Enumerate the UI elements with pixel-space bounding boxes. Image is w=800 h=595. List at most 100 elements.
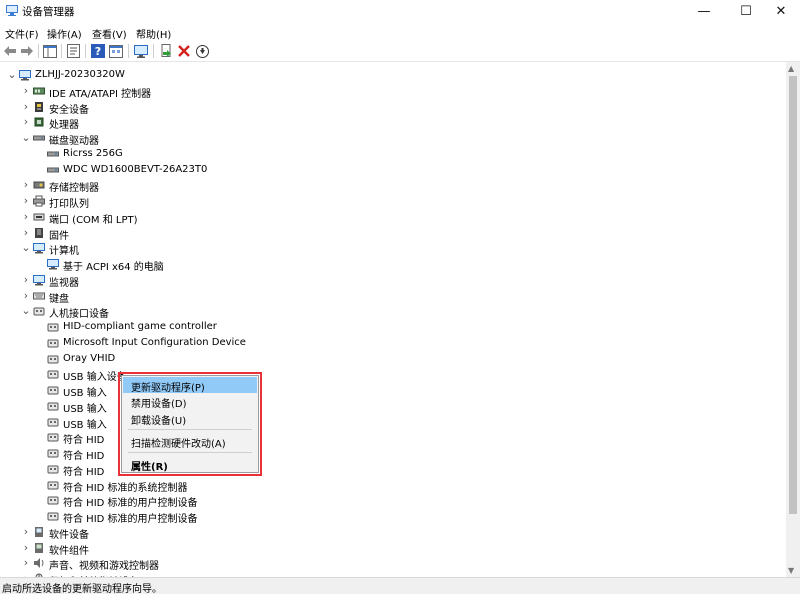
chevron-right-icon[interactable]: › — [21, 290, 31, 301]
chevron-down-icon[interactable]: ⌄ — [21, 305, 31, 316]
menu-help[interactable]: 帮助(H) — [136, 26, 171, 41]
uninstall-button[interactable] — [176, 43, 192, 59]
toolbar: ? — [0, 41, 800, 62]
chevron-right-icon[interactable]: › — [21, 116, 31, 127]
chevron-right-icon[interactable]: › — [21, 274, 31, 285]
scan-monitor-button[interactable] — [133, 43, 149, 59]
tree-category-node[interactable]: › IDE ATA/ATAPI 控制器 — [0, 83, 786, 100]
tree-device-node[interactable]: Oray VHID — [0, 351, 786, 367]
tree-device-node[interactable]: 基于 ACPI x64 的电脑 — [0, 256, 786, 273]
tree-category-node[interactable]: ⌄ 计算机 — [0, 240, 786, 258]
tree-category-node[interactable]: › 端口 (COM 和 LPT) — [0, 209, 786, 226]
hid-icon — [47, 465, 59, 474]
port-icon — [33, 213, 45, 221]
menu-view[interactable]: 查看(V) — [92, 26, 127, 41]
tree-node-label: 端口 (COM 和 LPT) — [49, 214, 138, 226]
ctx-item-label: 扫描检测硬件改动(A) — [131, 439, 226, 450]
tree-category-node[interactable]: › 存储控制器 — [0, 177, 786, 194]
back-button[interactable] — [2, 43, 18, 59]
tree-node-label: 软件组件 — [49, 545, 89, 557]
tree-device-node[interactable]: Microsoft Input Configuration Device — [0, 335, 786, 351]
tree-category-node[interactable]: › 声音、视频和游戏控制器 — [0, 555, 786, 572]
menu-action[interactable]: 操作(A) — [47, 26, 82, 41]
tree-device-node[interactable]: 符合 HID 标准的系统控制器 — [0, 477, 786, 494]
chevron-right-icon[interactable]: › — [21, 85, 31, 96]
tree-device-node[interactable]: Ricrss 256G — [0, 146, 786, 162]
hid-icon — [47, 496, 59, 505]
ctx-update-driver[interactable]: 更新驱动程序(P) — [123, 377, 257, 394]
chevron-right-icon[interactable]: › — [21, 179, 31, 190]
tree-node-label: 符合 HID — [63, 466, 105, 478]
tree-category-node[interactable]: › 安全设备 — [0, 99, 786, 116]
tree-category-node[interactable]: › 打印队列 — [0, 193, 786, 210]
tree-device-node[interactable]: 符合 HID 标准的用户控制设备 — [0, 492, 786, 510]
tree-category-node[interactable]: › 键盘 — [0, 288, 786, 305]
tree-node-label: 计算机 — [49, 246, 79, 258]
tree-node-label: 打印队列 — [49, 199, 89, 210]
back-icon — [4, 46, 16, 56]
monitor-icon — [33, 243, 45, 254]
tree-device-node[interactable]: HID-compliant game controller — [0, 319, 786, 335]
firmware-icon — [35, 227, 43, 238]
tree-device-node[interactable]: 符合 HID 标准的用户控制设备 — [0, 508, 786, 525]
ctx-uninstall-device[interactable]: 卸载设备(U) — [123, 410, 257, 427]
properties-icon — [66, 44, 80, 58]
minimize-button[interactable]: — — [685, 0, 723, 22]
ctx-disable-device[interactable]: 禁用设备(D) — [123, 393, 257, 410]
view-button[interactable] — [108, 43, 124, 59]
update-driver-button[interactable] — [158, 43, 174, 59]
close-icon: ✕ — [775, 3, 787, 19]
hid-icon — [47, 433, 59, 442]
hid-icon — [33, 307, 45, 316]
scroll-up-icon[interactable]: ▲ — [788, 64, 794, 73]
chevron-right-icon[interactable]: › — [21, 211, 31, 222]
tree-category-node[interactable]: › 软件设备 — [0, 524, 786, 541]
chevron-right-icon[interactable]: › — [21, 557, 31, 568]
chevron-down-icon[interactable]: ⌄ — [21, 242, 31, 253]
chevron-down-icon[interactable]: ⌄ — [21, 132, 31, 143]
tree-root-node[interactable]: ⌄ ZLHJJ-20230320W — [0, 67, 786, 83]
hid-icon — [47, 512, 59, 521]
tree-node-label: 键盘 — [49, 293, 69, 305]
chevron-right-icon[interactable]: › — [21, 526, 31, 537]
tree-device-node[interactable]: WDC WD1600BEVT-26A23T0 — [0, 162, 786, 178]
device-tree[interactable]: ⌄ ZLHJJ-20230320W › IDE ATA/ATAPI 控制器 › 安全设备 ›… — [0, 62, 786, 577]
software-component-icon — [35, 542, 43, 553]
device-manager-icon — [6, 5, 18, 16]
software-device-icon — [35, 526, 43, 537]
show-hide-tree-icon — [43, 44, 57, 58]
tree-category-node[interactable]: ⌄ 人机接口设备 — [0, 303, 786, 321]
tree-node-label: 符合 HID — [63, 451, 105, 462]
close-button[interactable]: ✕ — [762, 0, 800, 22]
forward-button[interactable] — [19, 43, 35, 59]
scroll-down-icon[interactable]: ▼ — [788, 566, 794, 575]
help-button[interactable]: ? — [90, 43, 106, 59]
chevron-right-icon[interactable]: › — [21, 195, 31, 206]
tree-category-node[interactable]: › 软件组件 — [0, 540, 786, 557]
show-hide-tree-button[interactable] — [42, 43, 58, 59]
maximize-button[interactable]: ☐ — [727, 0, 765, 22]
hid-icon — [47, 386, 59, 395]
tree-category-node[interactable]: › 固件 — [0, 225, 786, 242]
tree-category-node[interactable]: › 监视器 — [0, 272, 786, 289]
ide-controller-icon — [33, 87, 45, 95]
tree-category-node[interactable]: ⌄ 磁盘驱动器 — [0, 130, 786, 147]
hid-icon — [47, 449, 59, 458]
tree-category-node[interactable]: › 处理器 — [0, 114, 786, 131]
tree-node-label: 符合 HID 标准的用户控制设备 — [63, 498, 198, 510]
ctx-scan-hardware[interactable]: 扫描检测硬件改动(A) — [123, 433, 257, 450]
menu-file[interactable]: 文件(F) — [5, 26, 39, 41]
download-button[interactable] — [194, 43, 210, 59]
ctx-properties[interactable]: 属性(R) — [123, 456, 257, 473]
title-bar: 设备管理器 — ☐ ✕ — [0, 0, 800, 22]
tree-node-label: ZLHJJ-20230320W — [35, 69, 125, 80]
chevron-right-icon[interactable]: › — [21, 101, 31, 112]
tree-node-label: 人机接口设备 — [49, 309, 109, 321]
vertical-scrollbar[interactable]: ▲ ▼ — [786, 62, 800, 577]
properties-button[interactable] — [65, 43, 81, 59]
scroll-thumb[interactable] — [789, 76, 797, 514]
chevron-right-icon[interactable]: › — [21, 542, 31, 553]
chevron-down-icon[interactable]: ⌄ — [7, 69, 17, 80]
ctx-item-label: 禁用设备(D) — [131, 399, 187, 410]
chevron-right-icon[interactable]: › — [21, 227, 31, 238]
